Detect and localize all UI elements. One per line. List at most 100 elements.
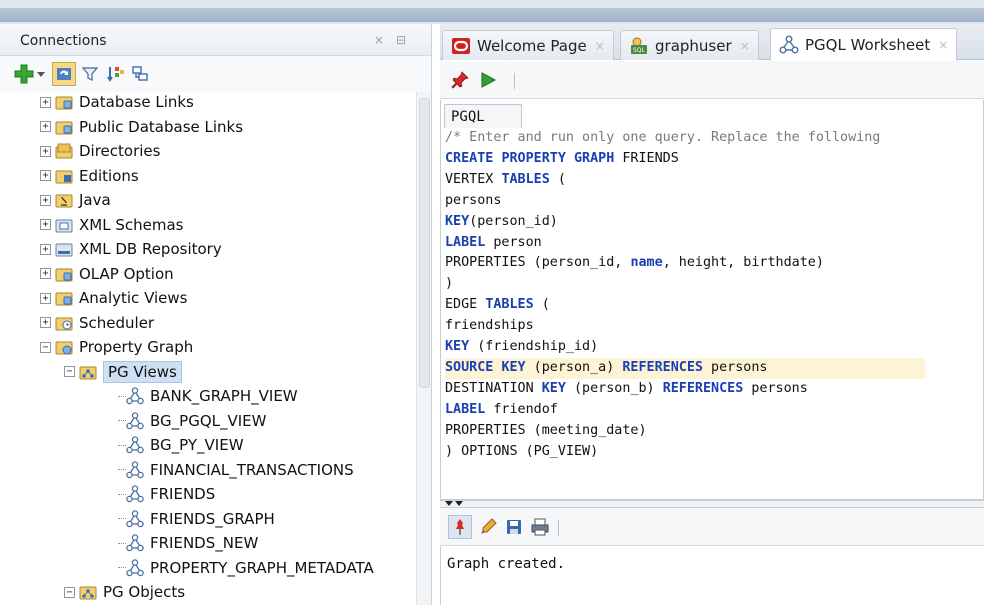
expand-icon[interactable]: + bbox=[40, 194, 51, 206]
tree-item[interactable]: + OLAP Option bbox=[40, 262, 174, 286]
tab-close-icon[interactable]: × bbox=[740, 39, 750, 53]
tree-item[interactable]: BG_PGQL_VIEW bbox=[118, 409, 266, 433]
expand-icon[interactable]: + bbox=[40, 121, 51, 132]
expand-icon[interactable]: + bbox=[40, 243, 51, 255]
code-text: VERTEX bbox=[445, 171, 502, 187]
clear-icon[interactable] bbox=[476, 515, 500, 539]
tree-item[interactable]: BANK_GRAPH_VIEW bbox=[118, 384, 298, 408]
property-graph-icon bbox=[55, 338, 73, 356]
expand-icon[interactable]: + bbox=[40, 96, 51, 108]
code-line: VERTEX TABLES ( bbox=[445, 170, 925, 191]
tree-connector bbox=[118, 395, 126, 397]
code-text: (person_b) bbox=[565, 380, 663, 396]
tab-welcome-page[interactable]: Welcome Page × bbox=[442, 30, 614, 60]
oracle-logo-icon bbox=[451, 36, 471, 56]
tree-item[interactable]: FRIENDS_NEW bbox=[118, 531, 258, 555]
svg-text:SQL: SQL bbox=[633, 47, 646, 54]
java-icon bbox=[55, 191, 73, 209]
code-keyword: CREATE bbox=[445, 150, 494, 166]
editions-icon bbox=[55, 167, 73, 185]
tree-connector bbox=[118, 542, 126, 544]
code-content[interactable]: /* Enter and run only one query. Replace… bbox=[445, 128, 925, 463]
tree-item[interactable]: − PG Objects bbox=[64, 580, 185, 604]
code-text: ) bbox=[445, 276, 454, 292]
panel-minimize-icon[interactable]: ⊟ bbox=[396, 33, 406, 47]
code-keyword: KEY bbox=[445, 213, 470, 229]
tab-pgql-worksheet[interactable]: PGQL Worksheet × bbox=[770, 28, 958, 61]
tree-item-label: PG Objects bbox=[103, 583, 186, 601]
tree-item-label: BANK_GRAPH_VIEW bbox=[150, 387, 298, 405]
tree-connector bbox=[118, 493, 126, 495]
tree-item[interactable]: + Scheduler bbox=[40, 311, 154, 335]
code-keyword: LABEL bbox=[445, 401, 486, 417]
pg-views-icon bbox=[79, 363, 97, 381]
code-line: friendships bbox=[445, 316, 925, 337]
tree-item-label: PG Views bbox=[103, 360, 182, 383]
tree-item[interactable]: BG_PY_VIEW bbox=[118, 433, 244, 457]
refresh-icon[interactable] bbox=[52, 62, 76, 86]
tree-item[interactable]: + Database Links bbox=[40, 90, 194, 114]
code-keyword: REFERENCES bbox=[662, 380, 744, 396]
code-text: FRIENDS bbox=[614, 150, 679, 166]
code-text: ( bbox=[533, 297, 550, 313]
tree-connector bbox=[118, 567, 126, 568]
tree-item[interactable]: + Java bbox=[40, 188, 111, 212]
tree-item-label: PROPERTY_GRAPH_METADATA bbox=[150, 558, 374, 577]
code-keyword: LABEL bbox=[445, 234, 486, 250]
tab-pgql[interactable]: PGQL bbox=[444, 104, 522, 128]
panel-close-icon[interactable]: × bbox=[374, 33, 384, 47]
tree-item[interactable]: + XML DB Repository bbox=[40, 237, 222, 261]
expand-icon[interactable]: + bbox=[40, 219, 51, 230]
expand-icon[interactable]: + bbox=[40, 145, 51, 157]
tree-item-label: BG_PY_VIEW bbox=[150, 436, 244, 454]
code-line: SOURCE KEY (person_a) REFERENCES persons bbox=[445, 357, 925, 379]
expand-icon[interactable]: + bbox=[40, 292, 51, 304]
code-keyword: KEY bbox=[501, 359, 526, 375]
collapse-icon[interactable]: − bbox=[64, 586, 75, 598]
tree-item[interactable]: PROPERTY_GRAPH_METADATA bbox=[118, 556, 374, 580]
print-icon[interactable] bbox=[528, 515, 552, 539]
graph-icon bbox=[126, 387, 144, 405]
pin-icon[interactable] bbox=[448, 68, 472, 92]
dropdown-arrow-icon[interactable] bbox=[34, 62, 48, 86]
collapse-icon[interactable]: − bbox=[64, 366, 75, 377]
tree-scrollbar[interactable] bbox=[416, 92, 431, 605]
filter-icon[interactable] bbox=[78, 62, 102, 86]
tree-connector bbox=[118, 420, 126, 421]
graph-icon bbox=[126, 436, 144, 454]
code-keyword: TABLES bbox=[485, 297, 534, 313]
code-line: KEY(person_id) bbox=[445, 212, 925, 233]
tree-item[interactable]: + Editions bbox=[40, 164, 139, 188]
code-comment: /* Enter and run only one query. Replace… bbox=[445, 130, 881, 145]
expand-tree-icon[interactable] bbox=[128, 62, 152, 86]
tree-scroll-thumb[interactable] bbox=[419, 98, 430, 388]
tree-item[interactable]: − Property Graph bbox=[40, 335, 193, 359]
tree-item[interactable]: − PG Views bbox=[64, 360, 182, 384]
add-connection-icon[interactable] bbox=[12, 62, 36, 86]
tree-item[interactable]: + Analytic Views bbox=[40, 286, 187, 310]
tree-item[interactable]: + Directories bbox=[40, 139, 160, 163]
log-pin-icon[interactable] bbox=[448, 515, 472, 539]
tree-item[interactable]: FINANCIAL_TRANSACTIONS bbox=[118, 458, 354, 482]
tree-item[interactable]: + XML Schemas bbox=[40, 213, 183, 237]
expand-icon[interactable]: + bbox=[40, 170, 51, 181]
public-database-links-icon bbox=[55, 118, 73, 136]
split-divider[interactable] bbox=[440, 500, 984, 508]
code-keyword: REFERENCES bbox=[622, 359, 703, 375]
tree-connector bbox=[118, 518, 126, 519]
graph-icon bbox=[779, 35, 799, 55]
collapse-icon[interactable]: − bbox=[40, 341, 51, 353]
tree-item[interactable]: + Public Database Links bbox=[40, 115, 243, 139]
save-icon[interactable] bbox=[502, 515, 526, 539]
expand-icon[interactable]: + bbox=[40, 268, 51, 279]
tree-item[interactable]: FRIENDS bbox=[118, 482, 215, 506]
expand-icon[interactable]: + bbox=[40, 317, 51, 328]
code-editor[interactable]: PGQL /* Enter and run only one query. Re… bbox=[440, 100, 984, 500]
tab-graphuser[interactable]: SQL graphuser × bbox=[620, 30, 759, 60]
tree-item[interactable]: FRIENDS_GRAPH bbox=[118, 507, 275, 531]
schema-browser-icon[interactable] bbox=[104, 62, 128, 86]
run-icon[interactable] bbox=[476, 68, 500, 92]
tab-close-icon[interactable]: × bbox=[938, 38, 948, 52]
tab-close-icon[interactable]: × bbox=[595, 39, 605, 53]
